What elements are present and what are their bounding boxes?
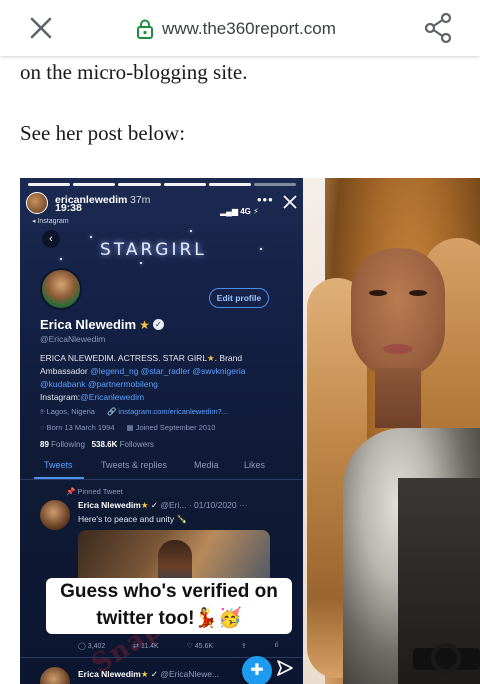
tab-likes: Likes xyxy=(244,460,266,470)
story-time: 37m xyxy=(130,194,151,206)
tweet-header: Erica Nlewedim★ ✓ @Eri... · 01/10/2020 ·… xyxy=(78,500,248,510)
balloon-icon: ◌ xyxy=(40,423,45,432)
avatar xyxy=(40,500,70,530)
share-icon[interactable] xyxy=(423,12,453,44)
portrait-photo xyxy=(303,178,480,684)
url-text: www.the360report.com xyxy=(162,19,336,38)
profile-bio: ERICA NLEWEDIM. ACTRESS. STAR GIRL★. Bra… xyxy=(40,353,246,402)
edit-profile-button: Edit profile xyxy=(209,288,269,308)
link-icon: 🔗 xyxy=(106,407,117,416)
close-icon[interactable] xyxy=(26,13,56,43)
address-bar[interactable]: www.the360report.com xyxy=(136,17,336,41)
tab-tweets-replies: Tweets & replies xyxy=(101,460,168,470)
compose-tweet-icon: ✚ xyxy=(242,656,272,684)
pinned-label: 📌 Pinned Tweet xyxy=(66,487,123,496)
profile-handle: @EricaNlewedim xyxy=(40,334,106,344)
profile-avatar xyxy=(40,268,82,310)
article-text: See her post below: xyxy=(20,121,186,145)
reply-icon: ◯ xyxy=(78,643,86,650)
calendar-icon: ▦ xyxy=(126,423,134,432)
profile-name: Erica Nlewedim ★ ✓ xyxy=(40,317,164,332)
star-icon: ★ xyxy=(139,317,150,332)
stats-icon: ıl xyxy=(274,642,278,649)
verified-icon: ✓ xyxy=(152,319,164,330)
share-icon: ⇪ xyxy=(240,643,247,650)
pin-icon: 📌 xyxy=(66,487,76,496)
twitter-profile-screenshot: ericanlewedim 37m 19:38 ◂ Instagram ••• … xyxy=(20,178,303,684)
more-icon: ••• xyxy=(257,192,274,207)
lock-icon xyxy=(137,19,153,39)
tweet-text: Here's to peace and unity 🍾 xyxy=(78,514,188,524)
profile-meta: ◌ Born 13 March 1994 ▦ Joined September … xyxy=(40,423,216,432)
divider xyxy=(20,479,303,480)
article-image[interactable]: ericanlewedim 37m 19:38 ◂ Instagram ••• … xyxy=(20,178,480,684)
retweet-icon: ⇄ xyxy=(133,643,139,650)
tweet-actions: ◯ 3,402 ⇄ 11.4K ♡ 45.6K ⇪ ıl xyxy=(78,642,278,650)
image-caption: Guess who's verified on twitter too!💃🥳 xyxy=(46,578,292,634)
tab-media: Media xyxy=(194,460,219,470)
story-source: ◂ Instagram xyxy=(32,218,69,225)
signal-indicator: ▂▄▆ 4G ⚡ xyxy=(220,207,259,216)
browser-toolbar: www.the360report.com xyxy=(0,0,480,56)
avatar xyxy=(26,192,48,214)
like-icon: ♡ xyxy=(186,643,193,650)
back-icon: ‹ xyxy=(42,230,60,248)
article-text: on the micro-blogging site. xyxy=(20,60,248,84)
tab-tweets: Tweets xyxy=(44,460,73,470)
close-icon xyxy=(283,195,297,209)
avatar xyxy=(40,667,70,684)
status-clock: 19:38 xyxy=(55,202,82,214)
location-icon: ⌾ xyxy=(40,407,45,416)
follow-counts: 89 Following 538.6K Followers xyxy=(40,440,154,449)
profile-meta: ⌾ Lagos, Nigeria 🔗 instagram.com/ericanl… xyxy=(40,407,229,416)
profile-banner-text: STARGIRL xyxy=(100,240,207,260)
tweet-header: Erica Nlewedim★ ✓ @EricaNlewe... xyxy=(78,669,220,679)
send-icon xyxy=(277,660,293,676)
story-progress xyxy=(28,183,297,186)
